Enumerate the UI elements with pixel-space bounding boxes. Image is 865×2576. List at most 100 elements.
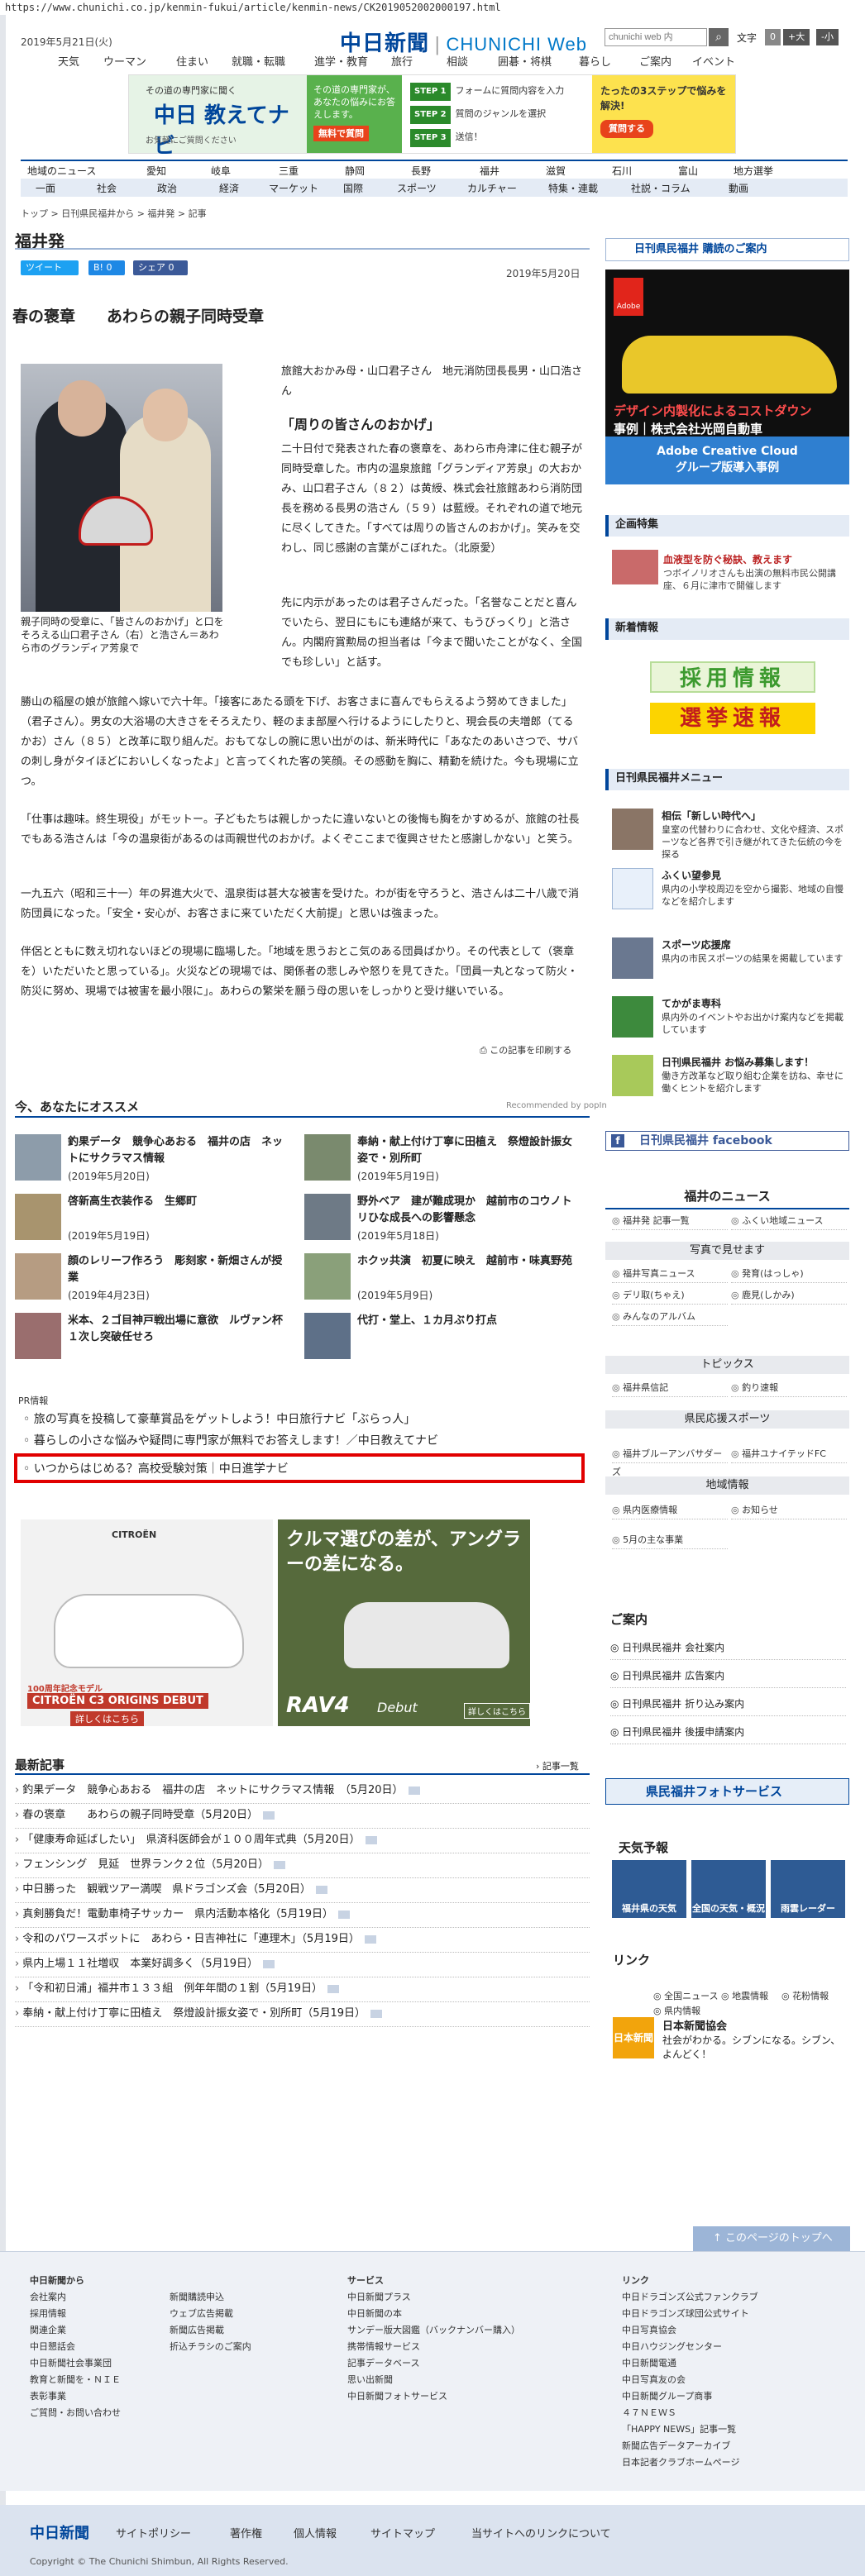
popin-credit[interactable]: Recommended by popIn bbox=[506, 1101, 607, 1110]
fukui-news-link[interactable]: ふくい地域ニュース bbox=[731, 1212, 847, 1230]
weather-national-button[interactable]: 全国の天気・概況 bbox=[691, 1860, 766, 1918]
pr-link[interactable]: ◦ 旅の写真を投稿して豪華賞品をゲットしよう！中日旅行ナビ「ぶらっ人」 bbox=[23, 1410, 415, 1427]
footer-link[interactable]: 中日新聞電通 bbox=[622, 2356, 676, 2369]
sidebar-link[interactable]: 花粉情報 bbox=[781, 1989, 829, 2002]
fukui-news-link[interactable]: 県内医療情報 bbox=[612, 1501, 728, 1519]
region-item[interactable]: 富山 bbox=[678, 164, 698, 178]
footer-link[interactable]: 新聞広告掲載 bbox=[170, 2323, 224, 2336]
footer-link[interactable]: 携帯情報サービス bbox=[347, 2340, 420, 2353]
fukui-news-link[interactable]: お知らせ bbox=[731, 1501, 847, 1519]
goan-link[interactable]: ◎ 日刊県民福井 会社案内 bbox=[610, 1637, 846, 1660]
recommend-item[interactable]: ホクッ共演 初夏に映え 越前市・味真野苑 (2019年5月9日) bbox=[304, 1253, 581, 1306]
latest-item[interactable]: › 真剣勝負だ！電動車椅子サッカー 県内活動本格化（5月19日） bbox=[15, 1903, 590, 1928]
facebook-link[interactable]: f 日刊県民福井 facebook bbox=[605, 1131, 849, 1151]
region-item[interactable]: 静岡 bbox=[345, 164, 365, 178]
adobe-ad[interactable]: Adobe デザイン内製化によるコストダウン 事例｜株式会社光岡自動車 Adobe… bbox=[605, 270, 849, 484]
footer-link[interactable]: 記事データベース bbox=[347, 2356, 419, 2369]
category-item[interactable]: 社説・コラム bbox=[631, 181, 691, 195]
footer-link[interactable]: 思い出新聞 bbox=[347, 2373, 393, 2386]
footer-link[interactable]: 中日新聞プラス bbox=[347, 2290, 411, 2303]
pr-link[interactable]: ◦ いつからはじめる？高校受験対策｜中日進学ナビ bbox=[23, 1460, 289, 1476]
fukui-news-link[interactable]: デリ取(ちゃえ) bbox=[612, 1286, 728, 1305]
recommend-item[interactable]: 啓新高生衣装作る 生郷町 (2019年5月19日) bbox=[15, 1194, 292, 1247]
sidebar-link[interactable]: 全国ニュース bbox=[653, 1989, 718, 2002]
category-item[interactable]: 政治 bbox=[157, 181, 177, 195]
topnav-item[interactable]: 相談 bbox=[447, 53, 468, 69]
article-photo[interactable] bbox=[21, 364, 222, 612]
citroen-ad[interactable]: CITROËN 100周年記念モデル CITROËN C3 ORIGINS DE… bbox=[21, 1519, 273, 1726]
latest-item[interactable]: › 奉納・献上付け丁寧に田植え 祭燈設計振女姿で・別所町（5月19日） bbox=[15, 2002, 590, 2027]
menu-item[interactable]: ふくい望参見 県内の小学校周辺を空から撮影、地域の自慢などを紹介します bbox=[612, 868, 848, 921]
newspaper-assoc-link[interactable]: 日本新聞協会 日本新聞協会 社会がわかる。シブンになる。シブン、よんどく！ bbox=[613, 2017, 844, 2085]
menu-item[interactable]: 相伝「新しい時代へ」 皇室の代替わりに合わせ、文化や経済、スポーツなど各界で引き継… bbox=[612, 809, 848, 861]
photo-service-button[interactable]: 県民福井フォトサービス bbox=[605, 1778, 849, 1805]
category-item[interactable]: スポーツ bbox=[397, 181, 437, 195]
region-item[interactable]: 愛知 bbox=[146, 164, 166, 178]
banner-question-button[interactable]: 質問する bbox=[600, 120, 653, 138]
print-link[interactable]: ⎙ この記事を印刷する bbox=[480, 1043, 571, 1057]
url-bar[interactable]: https://www.chunichi.co.jp/kenmin-fukui/… bbox=[0, 0, 865, 15]
category-item[interactable]: 経済 bbox=[219, 181, 239, 195]
facebook-share-button[interactable]: シェア 0 bbox=[133, 260, 188, 275]
region-item[interactable]: 石川 bbox=[612, 164, 632, 178]
latest-item[interactable]: › 「令和初日浦」福井市１３３組 例年年間の１割（5月19日） bbox=[15, 1977, 590, 2002]
topnav-item[interactable]: 進学・教育 bbox=[314, 53, 368, 69]
region-item[interactable]: 三重 bbox=[279, 164, 299, 178]
goan-link[interactable]: ◎ 日刊県民福井 折り込み案内 bbox=[610, 1693, 846, 1716]
all-articles-link[interactable]: › 記事一覧 bbox=[536, 1759, 579, 1772]
menu-item[interactable]: てかがま専科 県内外のイベントやお出かけ案内などを掲載しています bbox=[612, 996, 848, 1049]
topnav-item[interactable]: 住まい bbox=[176, 53, 208, 69]
tweet-button[interactable]: ツイート bbox=[21, 260, 79, 275]
topnav-item[interactable]: 暮らし bbox=[579, 53, 611, 69]
region-item[interactable]: 福井 bbox=[480, 164, 499, 178]
hatena-button[interactable]: B! 0 bbox=[88, 260, 125, 275]
fukui-news-link[interactable]: 発育(はっしゃ) bbox=[731, 1265, 847, 1283]
topnav-item[interactable]: 就職・転職 bbox=[232, 53, 285, 69]
fukui-news-link[interactable]: 5月の主な事業 bbox=[612, 1531, 728, 1549]
region-item[interactable]: 岐阜 bbox=[211, 164, 231, 178]
footer-link[interactable]: 中日ドラゴンズ球団公式サイト bbox=[622, 2306, 749, 2320]
footer-link[interactable]: 中日写真協会 bbox=[622, 2323, 676, 2336]
weather-fukui-button[interactable]: 福井県の天気 bbox=[612, 1860, 686, 1918]
election-button[interactable]: 選挙速報 bbox=[650, 703, 815, 734]
footer-link[interactable]: 新聞広告データアーカイブ bbox=[622, 2439, 730, 2452]
topnav-item[interactable]: ご案内 bbox=[639, 53, 671, 69]
latest-item[interactable]: › 県内上場１１社増収 本業好調多く（5月19日） bbox=[15, 1953, 590, 1977]
latest-item[interactable]: › 中日勝った 観戦ツアー満喫 県ドラゴンズ会（5月20日） bbox=[15, 1878, 590, 1903]
footer-link[interactable]: サンデー版大図鑑（バックナンバー購入） bbox=[347, 2323, 520, 2336]
region-item[interactable]: 地方選挙 bbox=[734, 164, 773, 178]
goan-link[interactable]: ◎ 日刊県民福井 後援申請案内 bbox=[610, 1721, 846, 1744]
footer-link[interactable]: 中日新聞グループ商事 bbox=[622, 2389, 712, 2402]
footer-link[interactable]: 日本記者クラブホームページ bbox=[622, 2455, 739, 2469]
footer-logo[interactable]: 中日新聞 bbox=[30, 2521, 89, 2543]
footer-link[interactable]: 折込チラシのご案内 bbox=[170, 2340, 251, 2353]
topnav-item[interactable]: 旅行 bbox=[391, 53, 413, 69]
footer-link[interactable]: 教育と新聞を・ＮＩＥ bbox=[30, 2373, 121, 2386]
fukui-news-link[interactable]: 福井ユナイテッドFC bbox=[731, 1445, 847, 1463]
category-item[interactable]: 社会 bbox=[97, 181, 117, 195]
footer-link[interactable]: 中日新聞社会事業団 bbox=[30, 2356, 112, 2369]
fukui-news-link[interactable]: 福井県信記 bbox=[612, 1379, 728, 1397]
footer-link[interactable]: 採用情報 bbox=[30, 2306, 66, 2320]
footer-link[interactable]: 中日懇話会 bbox=[30, 2340, 75, 2353]
topnav-item[interactable]: 天気 bbox=[58, 53, 79, 69]
menu-item[interactable]: スポーツ応援席 県内の市民スポーツの結果を掲載しています bbox=[612, 937, 848, 990]
region-item[interactable]: 長野 bbox=[411, 164, 431, 178]
category-item[interactable]: 国際 bbox=[343, 181, 363, 195]
footer-link[interactable]: 表彰事業 bbox=[30, 2389, 66, 2402]
search-icon[interactable]: ⌕ bbox=[709, 28, 729, 46]
footer-bottom-link[interactable]: 著作権 bbox=[230, 2525, 262, 2540]
page-top-button[interactable]: ↑ このページのトップへ bbox=[693, 2226, 850, 2251]
latest-item[interactable]: › フェンシング 見延 世界ランク２位（5月20日） bbox=[15, 1853, 590, 1878]
region-item[interactable]: 地域のニュース bbox=[27, 164, 96, 178]
footer-bottom-link[interactable]: サイトポリシー bbox=[116, 2525, 191, 2540]
category-item[interactable]: マーケット bbox=[269, 181, 318, 195]
footer-link[interactable]: 中日ドラゴンズ公式ファンクラブ bbox=[622, 2290, 758, 2303]
fukui-news-link[interactable]: 釣り速報 bbox=[731, 1379, 847, 1397]
recommend-item[interactable]: 代打・堂上、１カ月ぶり打点 bbox=[304, 1313, 581, 1366]
recommend-item[interactable]: 米本、２ゴ目神戸戦出場に意欲 ルヴァン杯１次し突破任せろ bbox=[15, 1313, 292, 1366]
category-item[interactable]: 一面 bbox=[36, 181, 55, 195]
latest-item[interactable]: › 「健康寿命延ばしたい」 県済科医師会が１００周年式典（5月20日） bbox=[15, 1829, 590, 1853]
topnav-item[interactable]: イベント bbox=[692, 53, 735, 69]
footer-link[interactable]: ウェブ広告掲載 bbox=[170, 2306, 233, 2320]
